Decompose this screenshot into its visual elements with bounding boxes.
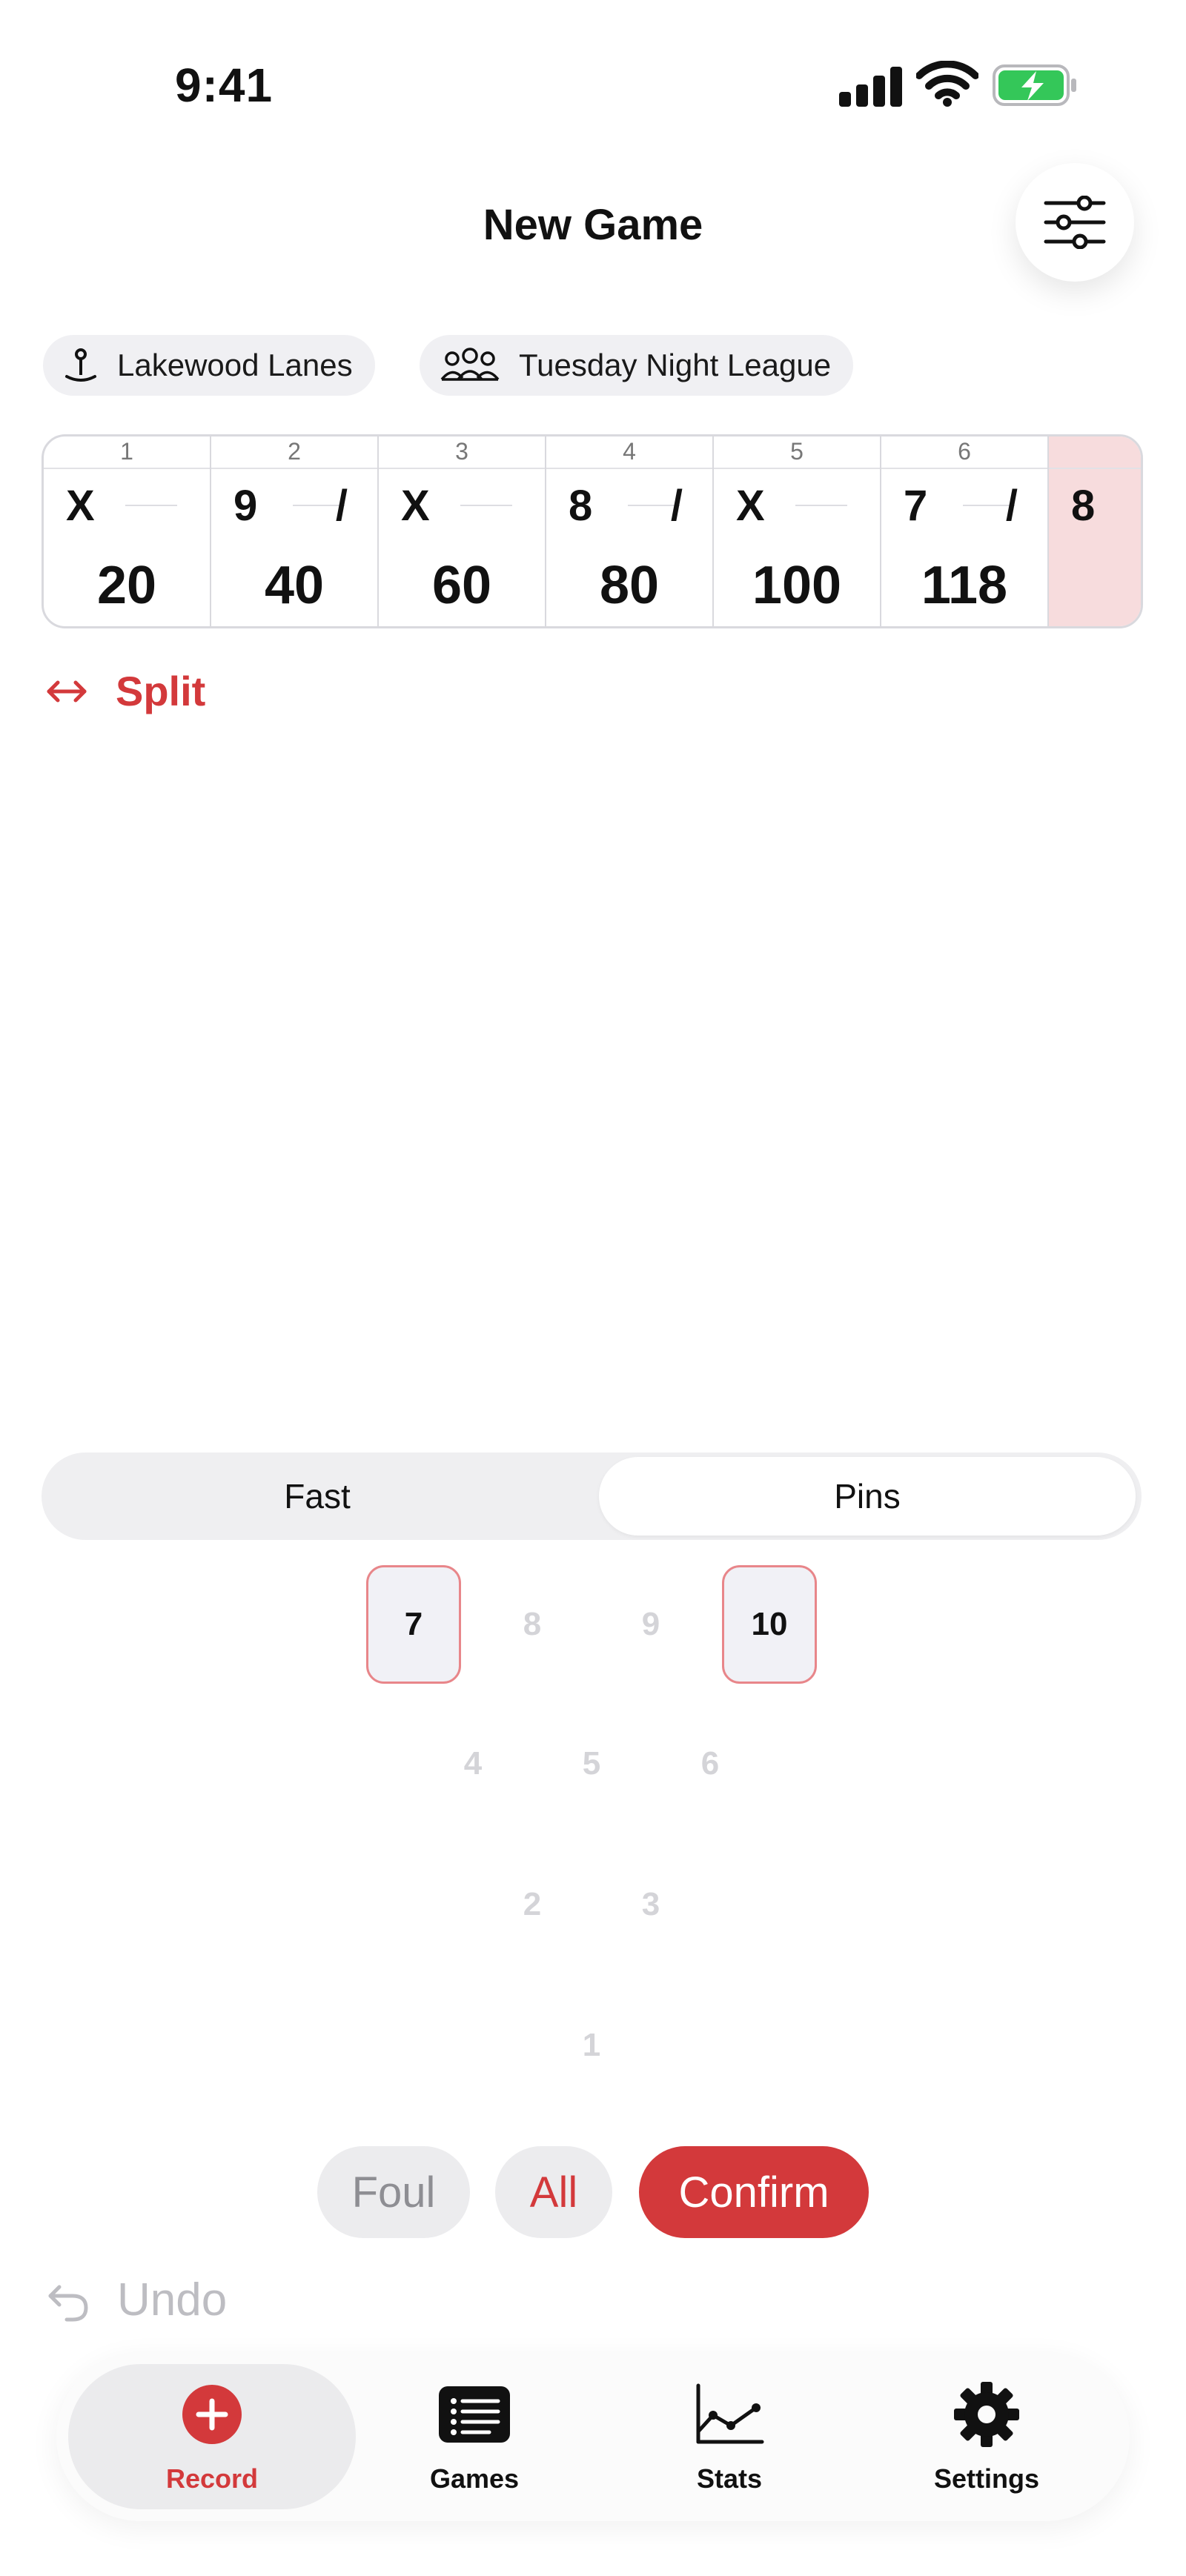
- list-icon: [437, 2379, 511, 2450]
- tab-games[interactable]: Games: [382, 2352, 566, 2521]
- frame-roll-1: 8: [1071, 482, 1096, 530]
- frame-roll-2: /: [335, 482, 348, 530]
- tab-stats-label: Stats: [696, 2463, 763, 2494]
- frame-number: 4: [623, 438, 636, 465]
- wifi-icon: [916, 61, 978, 107]
- battery-charging-icon: [993, 64, 1076, 106]
- location-pin-icon: [62, 347, 99, 384]
- frame-roll-1: X: [66, 482, 95, 530]
- segment-pins-selected[interactable]: Pins: [599, 1457, 1136, 1536]
- tab-bar: Record Games Stats Settings: [56, 2352, 1130, 2521]
- pin-7-standing[interactable]: 7: [366, 1565, 461, 1684]
- tab-record-label: Record: [165, 2463, 259, 2494]
- pin-1[interactable]: 1: [544, 1986, 639, 2105]
- pin-9[interactable]: 9: [603, 1565, 698, 1684]
- frame-number: 7: [1119, 438, 1141, 465]
- pin-6[interactable]: 6: [663, 1704, 758, 1823]
- plus-circle-icon: [181, 2379, 243, 2450]
- foul-button[interactable]: Foul: [317, 2146, 470, 2238]
- frame-6[interactable]: 6 7 / 118: [881, 436, 1049, 626]
- frame-total: 60: [431, 556, 492, 615]
- tab-record[interactable]: Record: [68, 2364, 356, 2509]
- tab-stats[interactable]: Stats: [637, 2352, 821, 2521]
- left-right-arrow-icon: [44, 677, 89, 706]
- frame-7-current[interactable]: 7 8: [1049, 436, 1141, 626]
- pin-4[interactable]: 4: [425, 1704, 520, 1823]
- undo-label: Undo: [117, 2274, 228, 2326]
- split-indicator: Split: [44, 667, 205, 715]
- split-label: Split: [116, 668, 206, 714]
- status-time: 9:41: [175, 59, 274, 112]
- frame-roll-2: /: [670, 482, 683, 530]
- page-title: New Game: [483, 201, 703, 249]
- gear-icon: [953, 2379, 1021, 2450]
- frame-number: 5: [790, 438, 804, 465]
- entry-mode-segmented-control: Fast Pins: [42, 1453, 1142, 1540]
- all-button[interactable]: All: [495, 2146, 612, 2238]
- frame-roll-1: X: [736, 482, 765, 530]
- frame-total: 118: [921, 556, 1008, 615]
- undo-button[interactable]: Undo: [44, 2274, 227, 2326]
- frame-total: 40: [264, 556, 325, 615]
- frame-number: 3: [455, 438, 468, 465]
- frame-1[interactable]: 1 X 20: [44, 436, 211, 626]
- location-label: Lakewood Lanes: [117, 348, 353, 382]
- tab-settings[interactable]: Settings: [879, 2352, 1094, 2521]
- tab-settings-label: Settings: [933, 2463, 1039, 2494]
- pin-8[interactable]: 8: [485, 1565, 580, 1684]
- tab-games-label: Games: [429, 2463, 520, 2494]
- pin-10-standing[interactable]: 10: [722, 1565, 817, 1684]
- pin-5[interactable]: 5: [544, 1704, 639, 1823]
- frame-number: 6: [958, 438, 971, 465]
- frame-roll-2: /: [1005, 482, 1018, 530]
- undo-arrow-icon: [44, 2277, 92, 2324]
- league-chip[interactable]: Tuesday Night League: [420, 335, 854, 396]
- frame-roll-1: 7: [904, 482, 928, 530]
- frame-total: 80: [599, 556, 660, 615]
- frame-number: 2: [288, 438, 301, 465]
- frame-number: 1: [120, 438, 133, 465]
- sliders-icon: [1044, 196, 1106, 249]
- filter-button[interactable]: [1016, 163, 1134, 282]
- line-chart-icon: [694, 2379, 765, 2450]
- pin-2[interactable]: 2: [485, 1845, 580, 1964]
- frame-roll-1: 9: [233, 482, 258, 530]
- cellular-signal-icon: [839, 65, 903, 107]
- frame-roll-1: X: [401, 482, 430, 530]
- scorecard: 1 X 20 2 9 / 40 3 X 60 4 8 / 80 5 X 100: [42, 434, 1143, 628]
- league-label: Tuesday Night League: [519, 348, 832, 382]
- frame-5[interactable]: 5 X 100: [714, 436, 881, 626]
- frame-4[interactable]: 4 8 / 80: [546, 436, 714, 626]
- people-group-icon: [439, 347, 501, 384]
- location-chip[interactable]: Lakewood Lanes: [43, 335, 375, 396]
- frame-roll-1: 8: [569, 482, 593, 530]
- frame-total: 20: [96, 556, 157, 615]
- segment-fast[interactable]: Fast: [42, 1453, 593, 1540]
- frame-3[interactable]: 3 X 60: [379, 436, 546, 626]
- frame-total: 100: [752, 556, 842, 615]
- frame-2[interactable]: 2 9 / 40: [211, 436, 379, 626]
- pin-3[interactable]: 3: [603, 1845, 698, 1964]
- confirm-button[interactable]: Confirm: [639, 2146, 869, 2238]
